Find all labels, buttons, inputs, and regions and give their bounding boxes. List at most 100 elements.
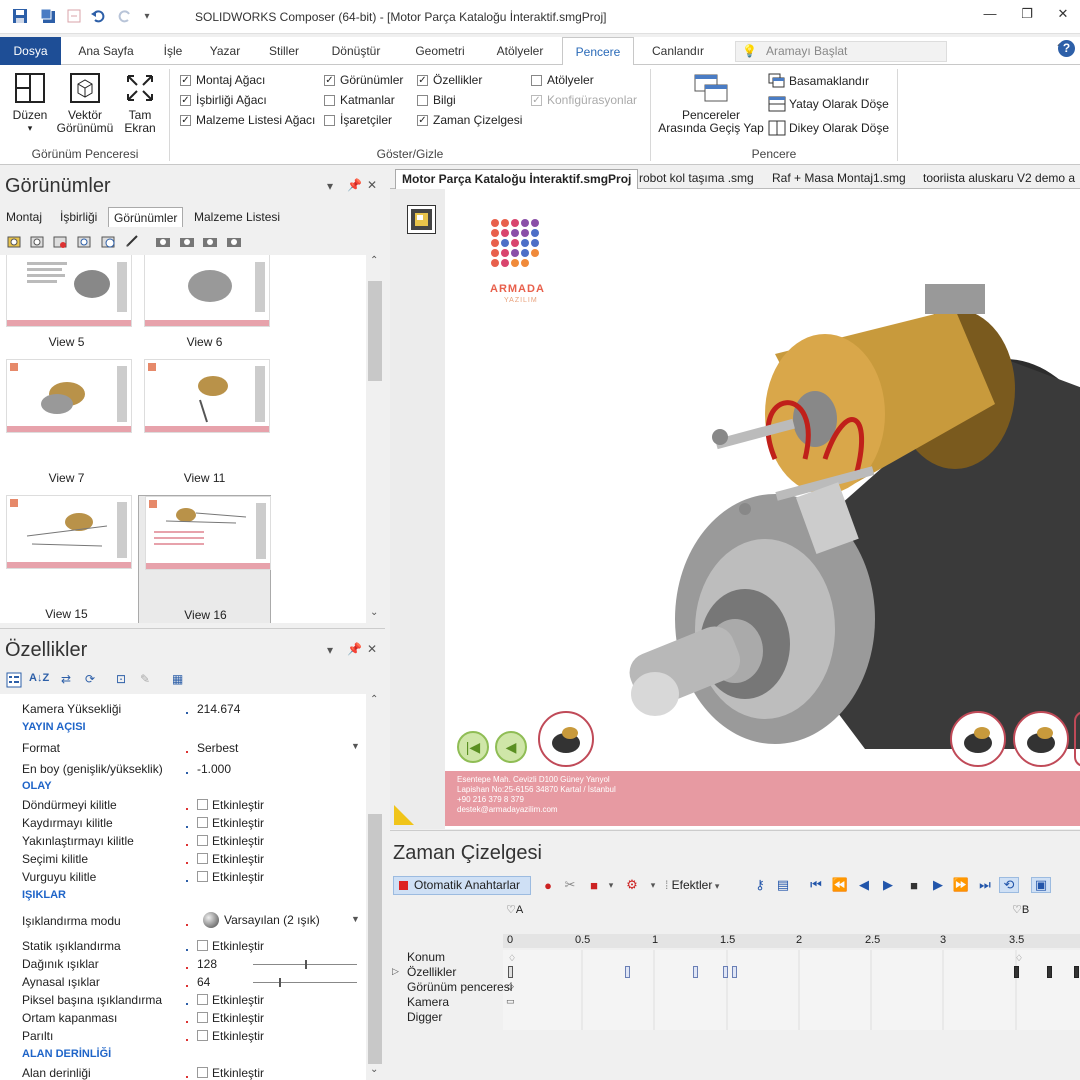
enable-checkbox[interactable] (197, 817, 208, 828)
add-key-icon[interactable]: ● (540, 877, 556, 893)
close-panel-icon[interactable]: ✕ (367, 642, 377, 656)
expand-track-icon[interactable]: ▷ (392, 966, 399, 977)
timeline-tracks[interactable]: ♢ ♢ ◇ ▭ (503, 950, 1080, 1030)
property-key[interactable] (1074, 966, 1079, 978)
enable-checkbox[interactable] (197, 1030, 208, 1041)
doc-tab-raf[interactable]: Raf + Masa Montaj1.smg (766, 169, 912, 189)
chevron-down-icon[interactable]: ▾ (645, 877, 661, 893)
refresh-icon[interactable]: ⟳ (85, 672, 95, 686)
camera-view-icon[interactable] (155, 233, 171, 249)
previous-key-icon[interactable]: ◀ (856, 877, 872, 893)
property-key[interactable] (508, 966, 513, 978)
tab-geometri[interactable]: Geometri (404, 37, 476, 65)
pin-icon[interactable]: 📌 (347, 178, 362, 192)
property-row[interactable]: Kaydırmayı kilitle Etkinleştir (0, 814, 366, 832)
property-value[interactable]: Etkinleştir (197, 870, 264, 884)
tab-stiller[interactable]: Stiller (258, 37, 310, 65)
chevron-down-icon[interactable]: ▼ (351, 914, 360, 924)
camera-key-icon[interactable]: ▭ (506, 996, 515, 1007)
property-value[interactable]: Varsayılan (2 ışık) (203, 912, 320, 928)
view-thumbnail[interactable]: View 11 (138, 359, 271, 489)
tab-pencere[interactable]: Pencere (562, 37, 634, 66)
tab-montaj[interactable]: Montaj (6, 207, 42, 227)
slider-knob[interactable] (305, 960, 307, 969)
property-value[interactable]: Etkinleştir (197, 1066, 264, 1080)
view-thumbnail[interactable]: View 6 (138, 255, 271, 353)
property-value[interactable]: 214.674 (197, 702, 240, 716)
marker-b[interactable]: ♡B (1012, 903, 1029, 916)
camera-view-icon[interactable] (202, 233, 218, 249)
pin-icon[interactable]: 📌 (347, 642, 362, 656)
panel-menu-icon[interactable]: ▾ (327, 643, 333, 657)
property-row[interactable]: Seçimi kilitle Etkinleştir (0, 850, 366, 868)
previous-marker-icon[interactable]: ⏪ (832, 877, 848, 893)
property-row[interactable]: Ortam kapanması Etkinleştir (0, 1009, 366, 1027)
property-row[interactable]: Format Serbest ▼ (0, 739, 366, 757)
table-settings-icon[interactable]: ▦ (172, 672, 183, 686)
keyframe-tool-icon[interactable]: ⚷ (752, 877, 768, 893)
scroll-thumb[interactable] (368, 814, 382, 1064)
property-value[interactable]: Etkinleştir (197, 1029, 264, 1043)
views-scrollbar[interactable]: ⌃ ⌄ (366, 255, 384, 623)
save-icon[interactable] (10, 6, 30, 26)
chevron-down-icon[interactable]: ▼ (351, 741, 360, 751)
properties-sync-icon[interactable]: ⊡ (116, 672, 126, 686)
property-value[interactable]: 128 (197, 957, 217, 971)
camera-view-icon[interactable] (179, 233, 195, 249)
property-row[interactable]: Statik ışıklandırma Etkinleştir (0, 937, 366, 955)
help-icon[interactable]: ? (1058, 40, 1075, 57)
checkbox-malzeme-listesi-agaci[interactable]: ✓ Malzeme Listesi Ağacı (180, 113, 315, 127)
checkbox-montaj-agaci[interactable]: ✓ Montaj Ağacı (180, 73, 265, 87)
property-key[interactable] (693, 966, 698, 978)
marker-a[interactable]: ♡A (506, 903, 523, 916)
view-timer-icon[interactable] (100, 233, 116, 249)
checkbox-isbirligi-agaci[interactable]: ✓ İşbirliği Ağacı (180, 93, 267, 107)
sort-alpha-icon[interactable]: A↓Z (29, 672, 49, 684)
play-icon[interactable]: ▶ (880, 877, 896, 893)
tab-isbirligi[interactable]: İşbirliği (60, 207, 97, 227)
doc-tab-tooriista[interactable]: tooriista aluskaru V2 demo a (917, 169, 1080, 189)
property-value[interactable]: Etkinleştir (197, 816, 264, 830)
tab-dosya[interactable]: Dosya (0, 37, 61, 65)
scroll-up-icon[interactable]: ⌃ (370, 255, 378, 266)
link-icon[interactable]: ⇄ (61, 672, 71, 686)
property-row[interactable]: Yakınlaştırmayı kilitle Etkinleştir (0, 832, 366, 850)
camera-key-icon[interactable]: ■ (586, 877, 602, 893)
redo-icon[interactable] (115, 6, 135, 26)
save-all-icon[interactable] (38, 6, 58, 26)
filmstrip-icon[interactable] (407, 205, 436, 234)
checkbox-katmanlar[interactable]: Katmanlar (324, 93, 395, 107)
tab-isle[interactable]: İşle (152, 37, 194, 65)
cascade-button[interactable]: Basamaklandır (768, 73, 869, 89)
enable-checkbox[interactable] (197, 871, 208, 882)
go-to-start-icon[interactable]: ⏮ (808, 877, 824, 893)
update-view-icon[interactable] (29, 233, 45, 249)
quick-access-dropdown-icon[interactable]: ▾ (137, 6, 157, 26)
enable-checkbox[interactable] (197, 940, 208, 951)
fullscreen-button[interactable]: Tam Ekran (118, 71, 162, 135)
property-value[interactable]: Etkinleştir (197, 834, 264, 848)
auto-keys-toggle[interactable]: Otomatik Anahtarlar (393, 876, 531, 895)
search-input[interactable]: Aramayı Başlat (735, 41, 947, 62)
enable-checkbox[interactable] (197, 994, 208, 1005)
tab-malzeme-listesi[interactable]: Malzeme Listesi (194, 207, 280, 227)
property-row[interactable]: Aynasal ışıklar 64 (0, 973, 366, 991)
view-thumbnail[interactable]: View 7 (0, 359, 133, 489)
scroll-up-icon[interactable]: ⌃ (370, 694, 378, 705)
doc-tab-motor[interactable]: Motor Parça Kataloğu İnteraktif.smgProj (395, 169, 639, 189)
effects-menu[interactable]: ⁞ Efektler ▾ (665, 878, 719, 892)
properties-scrollbar[interactable]: ⌃ ⌄ (366, 694, 384, 1080)
categorized-icon[interactable] (6, 672, 22, 691)
first-view-button[interactable]: |◀ (457, 731, 489, 763)
undo-icon[interactable] (88, 6, 108, 26)
view-thumbnail[interactable]: View 15 (0, 495, 133, 623)
property-value[interactable]: 64 (197, 975, 210, 989)
view-shortcut-button[interactable] (538, 711, 594, 767)
tab-ana-sayfa[interactable]: Ana Sayfa (68, 37, 144, 65)
publish-icon[interactable] (64, 6, 84, 26)
property-value[interactable]: Etkinleştir (197, 993, 264, 1007)
view-thumbnail[interactable]: View 5 (0, 255, 133, 353)
refresh-view-icon[interactable] (76, 233, 92, 249)
checkbox-isaretciler[interactable]: İşaretçiler (324, 113, 392, 127)
tab-yazar[interactable]: Yazar (202, 37, 248, 65)
